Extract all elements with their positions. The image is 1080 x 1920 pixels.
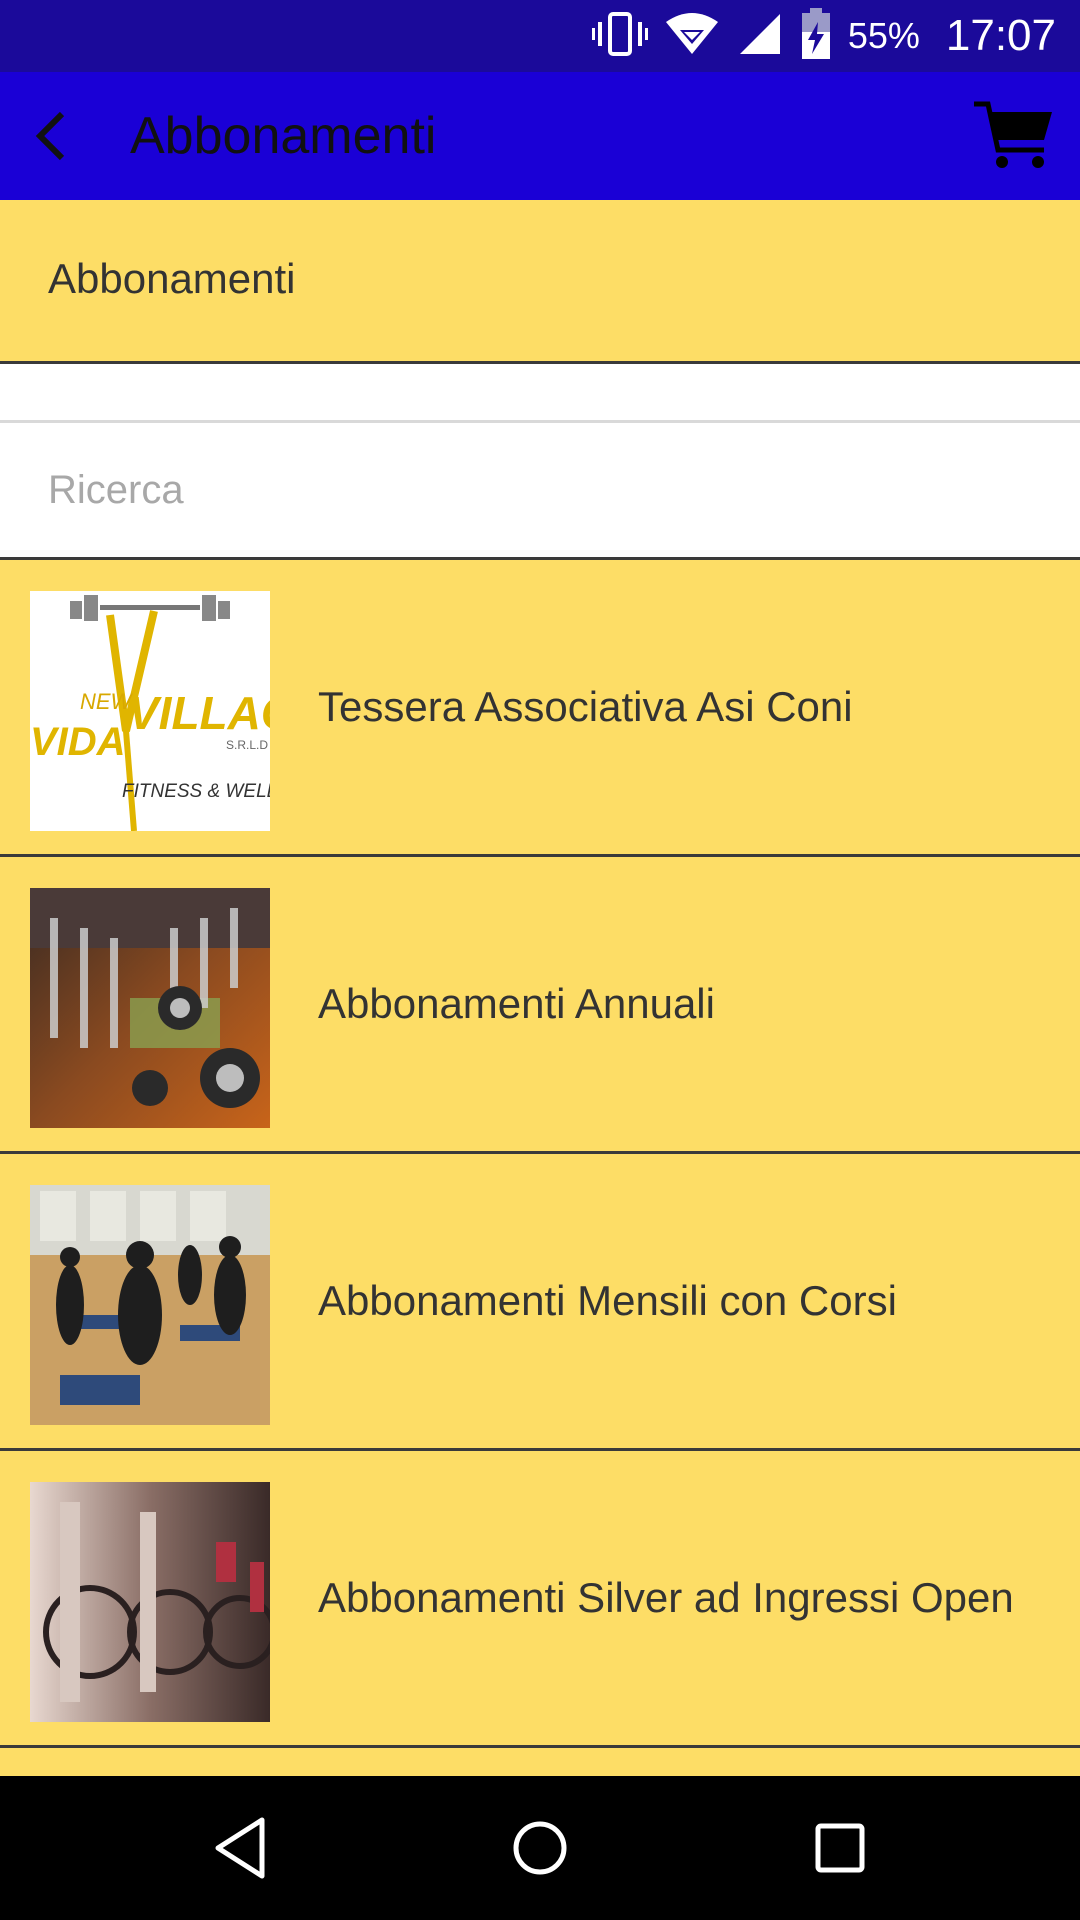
back-button[interactable] [14,98,90,174]
signal-icon [736,10,784,63]
svg-text:S.R.L.D: S.R.L.D [226,738,268,752]
back-icon [215,1817,265,1879]
item-thumbnail [30,888,270,1128]
status-bar: 55% 17:07 [0,0,1080,72]
item-title: Abbonamenti Mensili con Corsi [318,1277,897,1324]
section-title: Abbonamenti [48,255,296,302]
new-village-logo: NEW VILLAGE S.R.L.D VIDA FITNESS & WELLN… [30,591,270,831]
nav-recents-button[interactable] [800,1808,880,1888]
home-icon [513,1821,567,1875]
status-icons: 55% 17:07 [591,0,1080,72]
system-nav-bar [0,1776,1080,1920]
svg-text:VIDA: VIDA [30,720,126,764]
svg-text:FITNESS & WELLNESS: FITNESS & WELLNESS [122,781,270,802]
spacer-strip [0,364,1080,423]
group-class-photo [30,1185,270,1425]
list-item[interactable]: Abbonamenti Annuali [0,857,1080,1154]
item-title: Tessera Associativa Asi Coni [318,683,853,730]
app-bar: Abbonamenti [0,72,1080,200]
clock: 17:07 [945,11,1056,60]
back-arrow-icon [35,111,65,161]
nav-back-button[interactable] [200,1808,280,1888]
list-item[interactable]: NEW VILLAGE S.R.L.D VIDA FITNESS & WELLN… [0,560,1080,857]
search-input[interactable] [48,423,1028,557]
item-thumbnail [30,1185,270,1425]
item-thumbnail: NEW VILLAGE S.R.L.D VIDA FITNESS & WELLN… [30,591,270,831]
battery-charging-icon [800,7,832,65]
spin-bikes-photo [30,1482,270,1722]
subscription-list: NEW VILLAGE S.R.L.D VIDA FITNESS & WELLN… [0,560,1080,1748]
page-title: Abbonamenti [130,107,437,165]
item-title: Abbonamenti Silver ad Ingressi Open [318,1574,1014,1621]
list-item[interactable]: Abbonamenti Silver ad Ingressi Open [0,1451,1080,1748]
search-row [0,423,1080,560]
svg-text:NEW: NEW [80,689,134,714]
wifi-icon [664,10,720,63]
item-thumbnail [30,1482,270,1722]
battery-percent: 55% [847,15,920,56]
gym-machines-photo [30,888,270,1128]
svg-text:VILLAGE: VILLAGE [128,687,270,739]
item-title: Abbonamenti Annuali [318,980,715,1027]
list-item[interactable]: Abbonamenti Mensili con Corsi [0,1154,1080,1451]
section-header: Abbonamenti [0,200,1080,364]
nav-home-button[interactable] [500,1808,580,1888]
vibrate-icon [591,10,648,63]
recents-icon [815,1823,865,1873]
cart-icon [974,101,1052,168]
cart-button[interactable] [972,94,1056,178]
